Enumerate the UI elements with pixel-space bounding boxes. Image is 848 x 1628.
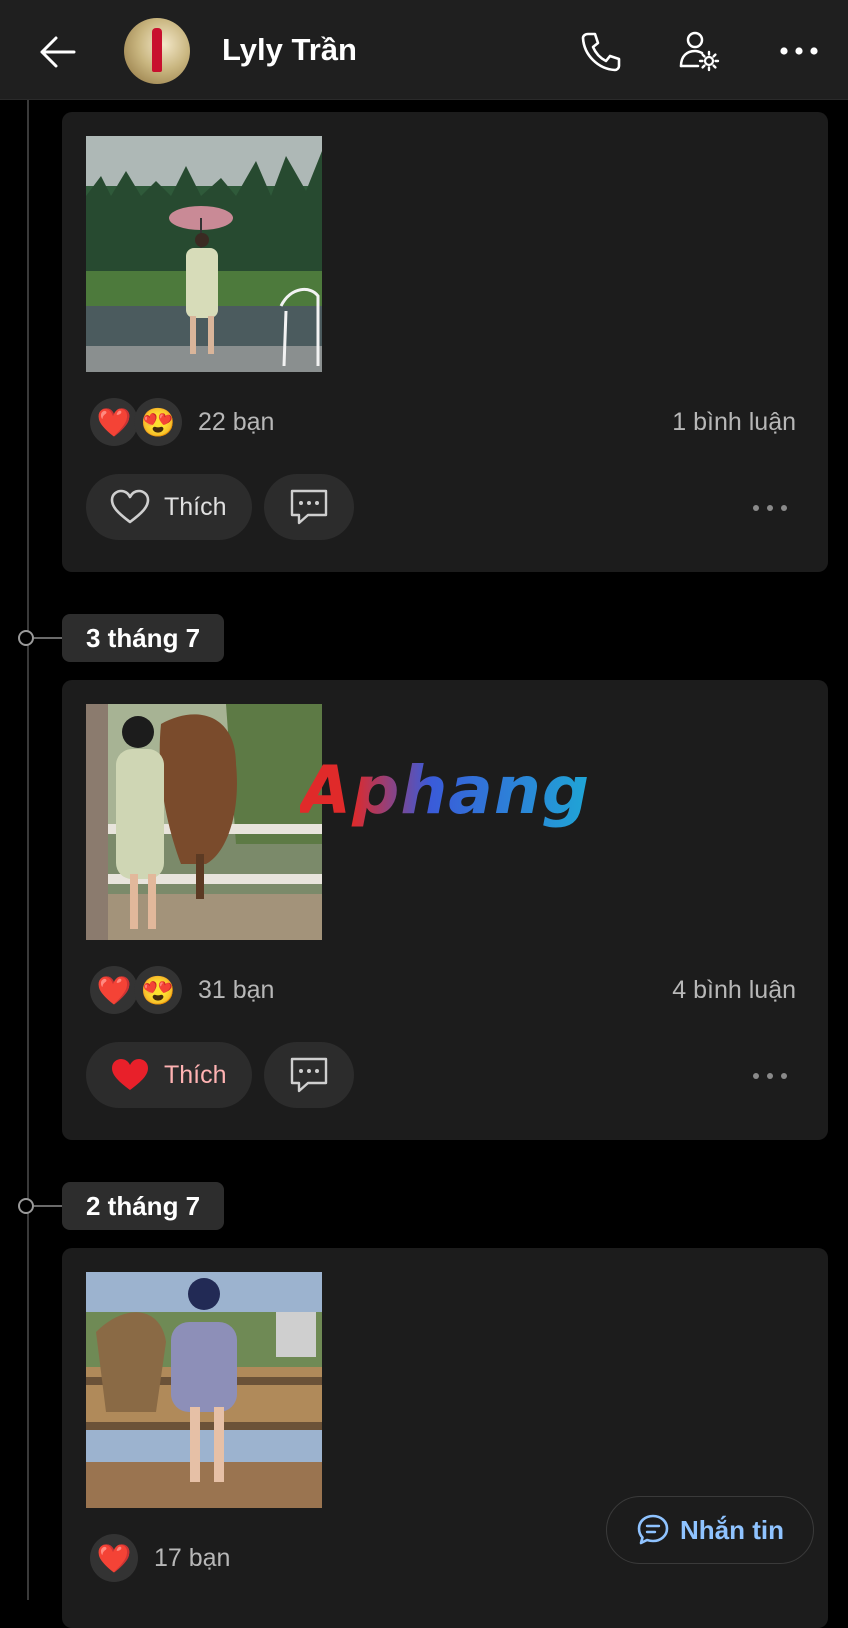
heart-eyes-reaction-icon: 😍 (134, 966, 182, 1014)
like-button[interactable]: Thích (86, 1042, 252, 1108)
chat-bubble-icon (637, 1514, 669, 1545)
comment-icon (290, 1057, 328, 1093)
message-button-label: Nhắn tin (680, 1514, 784, 1545)
chat-header: Lyly Trần (0, 0, 848, 100)
avatar[interactable] (124, 18, 190, 84)
comment-button[interactable] (264, 474, 354, 540)
like-button[interactable]: Thích (86, 474, 252, 540)
timeline-node (18, 1198, 34, 1214)
timeline-connector (34, 1205, 62, 1207)
contact-name[interactable]: Lyly Trần (222, 32, 357, 68)
phone-icon[interactable] (578, 28, 624, 74)
more-options-icon[interactable] (750, 498, 790, 518)
reaction-count[interactable]: 31 bạn (198, 976, 274, 1005)
date-separator: 3 tháng 7 (62, 614, 225, 662)
post-card: ❤️ 😍 22 bạn 1 bình luận Thích (62, 112, 828, 572)
comment-count[interactable]: 4 bình luận (672, 976, 796, 1005)
date-separator: 2 tháng 7 (62, 1182, 225, 1230)
comment-button[interactable] (264, 1042, 354, 1108)
watermark-logo: Aphang (300, 752, 591, 829)
heart-outline-icon (110, 489, 150, 524)
reaction-count[interactable]: 17 bạn (154, 1544, 230, 1573)
timeline-connector (34, 637, 62, 639)
message-button[interactable]: Nhắn tin (606, 1496, 814, 1564)
like-label: Thích (164, 1060, 227, 1089)
post-card: ❤️ 😍 31 bạn 4 bình luận Thích (62, 680, 828, 1140)
post-card: ❤️ 17 bạn (62, 1248, 828, 1628)
more-options-icon[interactable] (750, 1066, 790, 1086)
comment-count[interactable]: 1 bình luận (672, 408, 796, 437)
more-horizontal-icon[interactable] (776, 28, 822, 74)
comment-icon (290, 489, 328, 525)
timeline-node (18, 630, 34, 646)
post-photo[interactable] (86, 704, 322, 940)
like-label: Thích (164, 492, 227, 521)
reaction-count[interactable]: 22 bạn (198, 408, 274, 437)
post-photo[interactable] (86, 1272, 322, 1508)
heart-reaction-icon: ❤️ (90, 1534, 138, 1582)
post-photo[interactable] (86, 136, 322, 372)
user-gear-icon[interactable] (676, 28, 722, 74)
heart-filled-icon (112, 1059, 148, 1090)
back-arrow-icon[interactable] (36, 30, 80, 74)
heart-reaction-icon: ❤️ (90, 398, 138, 446)
heart-reaction-icon: ❤️ (90, 966, 138, 1014)
timeline-line (27, 100, 29, 1600)
heart-eyes-reaction-icon: 😍 (134, 398, 182, 446)
